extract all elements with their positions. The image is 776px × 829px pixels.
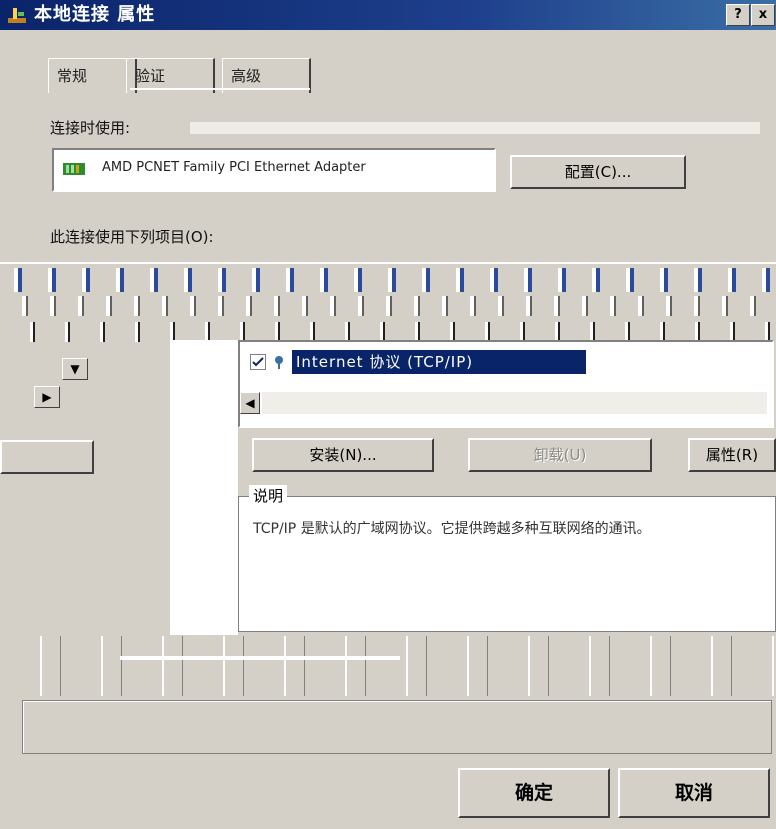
network-connection-icon [6,5,28,25]
ok-button[interactable]: 确定 [458,768,610,818]
window-title: 本地连接 属性 [34,4,156,25]
artifact-line [0,262,776,264]
connect-using-label: 连接时使用: [50,119,131,137]
bottom-group [22,700,772,754]
uninstall-button[interactable]: 卸载(U) [468,438,652,472]
description-label: 说明 [249,485,288,506]
description-text: TCP/IP 是默认的广域网协议。它提供跨越多种互联网络的通讯。 [253,521,651,537]
artifact-strip-2 [0,296,776,316]
scroll-left-icon[interactable]: ◀ [240,392,260,414]
list-item-tcpip[interactable]: Internet 协议 (TCP/IP) [292,350,586,374]
ghost-panel [0,345,170,635]
artifact-line-2 [120,656,400,660]
description-group: 说明 TCP/IP 是默认的广域网协议。它提供跨越多种互联网络的通讯。 [238,485,776,632]
properties-button[interactable]: 属性(R) [688,438,776,472]
items-label: 此连接使用下列项目(O): [50,228,214,246]
tab-general[interactable]: 常规 [48,58,137,93]
install-button[interactable]: 安装(N)... [252,438,434,472]
close-button[interactable]: x [751,4,775,26]
horizontal-scrollbar[interactable] [262,392,767,414]
items-list[interactable]: Internet 协议 (TCP/IP) ◀ [238,340,774,428]
scroll-right-icon[interactable]: ▶ [34,386,60,408]
configure-button[interactable]: 配置(C)... [510,155,686,189]
checkbox-checked-icon[interactable] [250,354,266,374]
adapter-name: AMD PCNET Family PCI Ethernet Adapter [102,160,366,175]
adapter-box: AMD PCNET Family PCI Ethernet Adapter [52,148,496,192]
artifact-strip-3 [0,322,776,342]
cancel-button[interactable]: 取消 [618,768,770,818]
artifact-strip-4 [0,636,776,696]
title-bar: 本地连接 属性 ? x [0,0,776,30]
artifact-strip [0,268,776,292]
scroll-down-icon[interactable]: ▼ [62,358,88,380]
protocol-icon [272,354,286,374]
network-adapter-icon [62,159,88,183]
tab-panel-edge [130,88,310,90]
label-separator [190,122,760,134]
help-button[interactable]: ? [726,4,750,26]
ghost-button [0,440,94,474]
ghost-white-area [170,340,238,635]
